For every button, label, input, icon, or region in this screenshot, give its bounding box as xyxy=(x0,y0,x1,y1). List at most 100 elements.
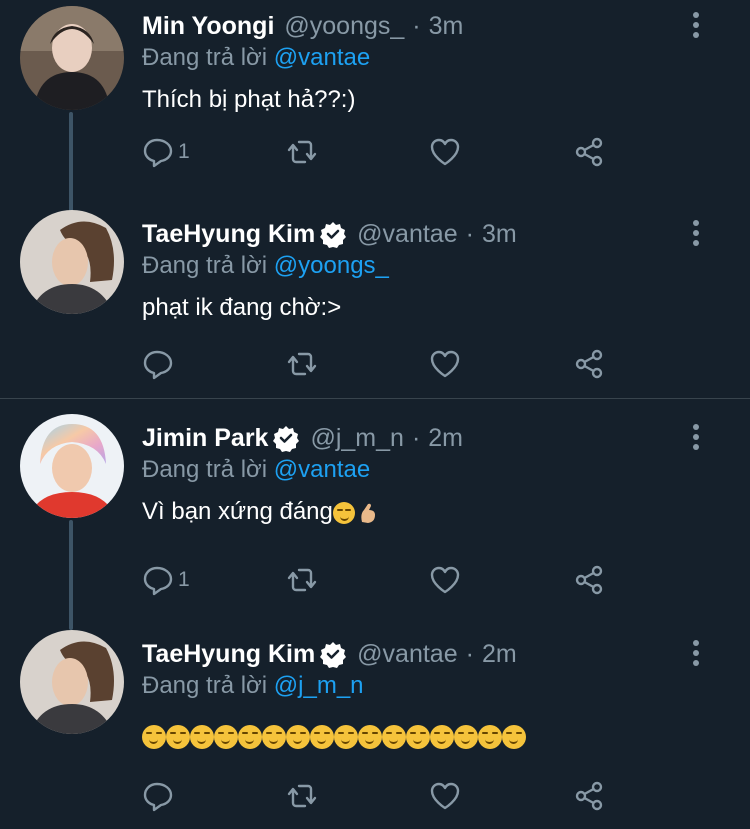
tweet[interactable]: Jimin Park @j_m_n · 2m Đang trả lời @van… xyxy=(0,412,750,630)
heart-icon xyxy=(428,347,462,381)
retweet-icon xyxy=(285,563,319,597)
tweet-header: Min Yoongi @yoongs_ · 3m xyxy=(142,8,463,44)
retweet-icon xyxy=(285,347,319,381)
tweet[interactable]: Min Yoongi @yoongs_ · 3m Đang trả lời @v… xyxy=(0,0,750,212)
conversation-divider xyxy=(0,398,750,399)
reply-count: 1 xyxy=(178,140,190,163)
display-name[interactable]: Jimin Park xyxy=(142,424,268,453)
more-options-icon[interactable] xyxy=(685,422,707,452)
tweet-header: TaeHyung Kim @vantae · 2m xyxy=(142,636,517,672)
retweet-button[interactable] xyxy=(285,344,319,384)
display-name[interactable]: Min Yoongi xyxy=(142,12,274,41)
timestamp[interactable]: 3m xyxy=(482,220,517,249)
more-options-icon[interactable] xyxy=(685,638,707,668)
reply-context: Đang trả lời @vantae xyxy=(142,44,370,72)
reply-context: Đang trả lời @yoongs_ xyxy=(142,252,389,280)
smirking-face-icon xyxy=(406,724,430,749)
more-options-icon[interactable] xyxy=(685,218,707,248)
retweet-icon xyxy=(285,135,319,169)
reply-mention[interactable]: @vantae xyxy=(274,456,370,483)
reply-prefix: Đang trả lời xyxy=(142,672,268,699)
heart-icon xyxy=(428,563,462,597)
timestamp[interactable]: 2m xyxy=(428,424,463,453)
like-button[interactable] xyxy=(428,132,462,172)
tweet-header: TaeHyung Kim @vantae · 3m xyxy=(142,216,517,252)
verified-badge-icon xyxy=(272,424,300,452)
like-button[interactable] xyxy=(428,776,462,816)
reply-button[interactable] xyxy=(140,776,178,816)
smirking-face-icon xyxy=(332,501,355,524)
separator-dot: · xyxy=(465,639,474,668)
tweet[interactable]: TaeHyung Kim @vantae · 2m Đang trả lời @… xyxy=(0,628,750,829)
smirking-face-icon xyxy=(478,724,502,749)
tweet-actions: 1 xyxy=(140,560,620,600)
reply-context: Đang trả lời @vantae xyxy=(142,456,370,484)
timestamp[interactable]: 3m xyxy=(429,12,464,41)
share-icon xyxy=(572,779,606,813)
timestamp[interactable]: 2m xyxy=(482,640,517,669)
smirking-face-icon xyxy=(382,724,406,749)
share-button[interactable] xyxy=(572,132,606,172)
handle[interactable]: @vantae xyxy=(357,220,457,249)
separator-dot: · xyxy=(465,219,474,248)
pinching-hand-icon xyxy=(358,502,378,524)
avatar[interactable] xyxy=(20,6,124,110)
smirking-face-icon xyxy=(262,724,286,749)
display-name[interactable]: TaeHyung Kim xyxy=(142,220,315,249)
verified-badge-icon xyxy=(319,640,347,668)
handle[interactable]: @j_m_n xyxy=(310,424,403,453)
retweet-button[interactable] xyxy=(285,560,319,600)
avatar[interactable] xyxy=(20,630,124,734)
share-button[interactable] xyxy=(572,776,606,816)
tweet-header: Jimin Park @j_m_n · 2m xyxy=(142,420,463,456)
tweet-actions xyxy=(140,776,620,816)
tweet-text: Thích bị phạt hả??:) xyxy=(142,86,356,113)
avatar[interactable] xyxy=(20,210,124,314)
reply-mention[interactable]: @vantae xyxy=(274,44,370,71)
avatar[interactable] xyxy=(20,414,124,518)
reply-button[interactable]: 1 xyxy=(140,560,190,600)
separator-dot: · xyxy=(412,11,421,40)
handle[interactable]: @yoongs_ xyxy=(284,12,404,41)
more-options-icon[interactable] xyxy=(685,10,707,40)
retweet-button[interactable] xyxy=(285,776,319,816)
retweet-icon xyxy=(285,779,319,813)
reply-mention[interactable]: @j_m_n xyxy=(274,672,364,699)
smirking-face-icon xyxy=(310,724,334,749)
reply-prefix: Đang trả lời xyxy=(142,456,268,483)
separator-dot: · xyxy=(411,423,421,452)
smirking-face-icon xyxy=(502,724,526,749)
reply-mention[interactable]: @yoongs_ xyxy=(274,252,389,279)
reply-icon xyxy=(140,563,174,597)
share-button[interactable] xyxy=(572,344,606,384)
heart-icon xyxy=(428,135,462,169)
tweet-text-content: Vì bạn xứng đáng xyxy=(142,498,333,525)
smirking-face-icon xyxy=(166,724,190,749)
reply-button[interactable]: 1 xyxy=(140,132,190,172)
tweet-text: Vì bạn xứng đáng xyxy=(142,498,378,526)
handle[interactable]: @vantae xyxy=(357,640,457,669)
share-button[interactable] xyxy=(572,560,606,600)
tweet-text: phạt ik đang chờ:> xyxy=(142,294,342,321)
tweet-actions: 1 xyxy=(140,132,620,172)
smirking-face-icon xyxy=(286,724,310,749)
heart-icon xyxy=(428,779,462,813)
smirking-face-icon xyxy=(358,724,382,749)
tweet-text xyxy=(142,722,526,750)
like-button[interactable] xyxy=(428,344,462,384)
reply-count: 1 xyxy=(178,568,190,591)
tweet-actions xyxy=(140,344,620,384)
thread-line xyxy=(69,112,73,212)
reply-button[interactable] xyxy=(140,344,178,384)
display-name[interactable]: TaeHyung Kim xyxy=(142,640,315,669)
like-button[interactable] xyxy=(428,560,462,600)
smirking-face-icon xyxy=(238,724,262,749)
tweet[interactable]: TaeHyung Kim @vantae · 3m Đang trả lời @… xyxy=(0,208,750,398)
smirking-face-icon xyxy=(334,724,358,749)
retweet-button[interactable] xyxy=(285,132,319,172)
reply-icon xyxy=(140,347,174,381)
thread-line xyxy=(69,520,73,630)
smirking-face-icon xyxy=(430,724,454,749)
smirking-face-icon xyxy=(190,724,214,749)
reply-prefix: Đang trả lời xyxy=(142,44,268,71)
